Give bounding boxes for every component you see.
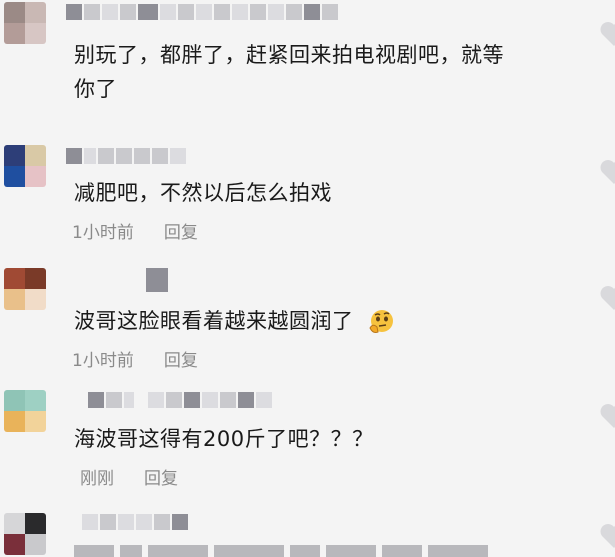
reply-button[interactable]: 回复 — [144, 464, 178, 489]
comment-text: 波哥这脸眼看着越来越圆润了 — [74, 304, 395, 338]
comment-text-line: 你了 — [74, 77, 117, 101]
heart-icon[interactable] — [599, 522, 615, 550]
thinking-face-emoji — [369, 310, 393, 333]
avatar[interactable] — [4, 2, 46, 44]
username-blurred[interactable] — [66, 4, 338, 20]
comment-meta: 刚刚 回复 — [80, 464, 178, 489]
heart-icon[interactable] — [599, 402, 615, 430]
comment-time: 1小时前 — [72, 351, 134, 371]
comment-text-line: 别玩了，都胖了，赶紧回来拍电视剧吧，就等 — [74, 43, 504, 67]
comment-text: 海波哥这得有200斤了吧？？？ — [74, 427, 374, 451]
heart-icon[interactable] — [599, 284, 615, 312]
username-blurred[interactable] — [148, 392, 272, 408]
comment-time: 刚刚 — [80, 469, 114, 489]
avatar[interactable] — [4, 390, 46, 432]
truncated-comment-text — [74, 545, 488, 557]
comment-meta: 1小时前 回复 — [72, 218, 198, 243]
reply-button[interactable]: 回复 — [164, 346, 198, 371]
username-blurred[interactable] — [146, 268, 168, 292]
comment-time: 1小时前 — [72, 223, 134, 243]
comment-meta: 1小时前 回复 — [72, 346, 198, 371]
reply-button[interactable]: 回复 — [164, 218, 198, 243]
comment-text: 别玩了，都胖了，赶紧回来拍电视剧吧，就等 你了 — [74, 38, 504, 106]
username-blurred[interactable] — [88, 392, 134, 408]
avatar[interactable] — [4, 513, 46, 555]
username-blurred[interactable] — [82, 514, 188, 530]
comment-text-content: 波哥这脸眼看着越来越圆润了 — [74, 309, 354, 333]
username-blurred[interactable] — [66, 148, 186, 164]
heart-icon[interactable] — [599, 20, 615, 48]
heart-icon[interactable] — [599, 158, 615, 186]
comment-text: 减肥吧，不然以后怎么拍戏 — [74, 181, 332, 205]
avatar[interactable] — [4, 145, 46, 187]
avatar[interactable] — [4, 268, 46, 310]
